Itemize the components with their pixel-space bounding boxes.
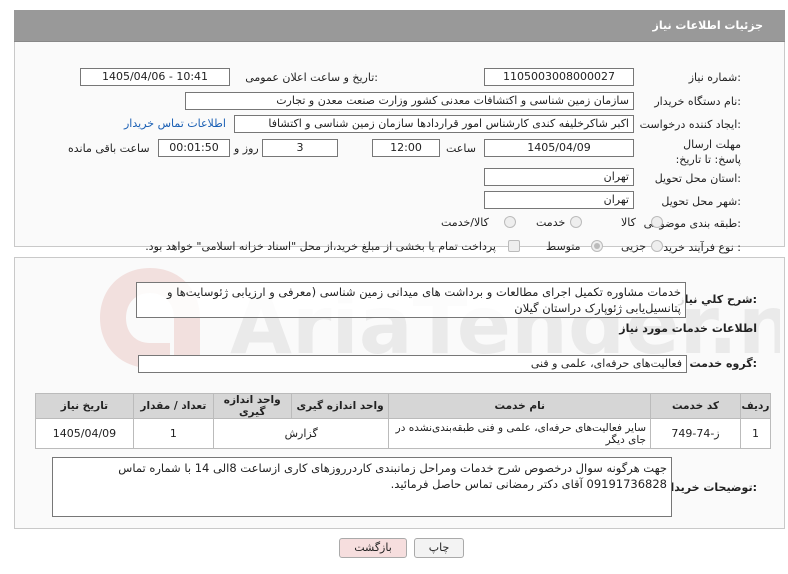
category-radio-goods[interactable]	[651, 216, 663, 228]
announce-date-field[interactable]: 1405/04/06 - 10:41	[80, 68, 230, 86]
services-section-title: اطلاعات خدمات مورد نیاز	[619, 322, 757, 335]
cell-unit: گزارش	[212, 418, 390, 449]
city-label: شهر محل تحویل:	[661, 195, 741, 208]
category-service-label: خدمت	[536, 216, 566, 229]
creator-label: ایجاد کننده درخواست:	[639, 118, 741, 131]
deadline-time-field[interactable]: 12:00	[372, 139, 440, 157]
col-service-code: کد خدمت	[650, 393, 741, 419]
city-field[interactable]: تهران	[484, 191, 634, 209]
process-label: نوع فرآیند خرید :	[663, 241, 741, 254]
deadline-date-field[interactable]: 1405/04/09	[484, 139, 634, 157]
treasury-checkbox[interactable]	[508, 240, 520, 252]
creator-field[interactable]: اکبر شاکرخلیفه کندی کارشناس امور قرارداد…	[234, 115, 634, 133]
days-field[interactable]: 3	[262, 139, 338, 157]
cell-service-code: ز-74-749	[650, 418, 741, 449]
process-minor-label: جزیی	[621, 240, 647, 253]
print-button[interactable]: چاپ	[414, 538, 464, 558]
col-unit: واحد اندازه گیری	[212, 393, 292, 419]
buyer-org-field[interactable]: سازمان زمین شناسی و اکتشافات معدنی کشور …	[185, 92, 634, 110]
payment-note: پرداخت تمام یا بخشی از مبلغ خرید،از محل …	[145, 240, 496, 253]
process-medium-label: متوسط	[546, 240, 581, 253]
service-group-label: گروه خدمت:	[689, 357, 757, 370]
cell-date: 1405/04/09	[35, 418, 134, 449]
cell-qty: 1	[132, 418, 214, 449]
buyer-notes-label: توضیحات خریدار:	[664, 481, 757, 494]
description-textarea[interactable]: خدمات مشاوره تکمیل اجرای مطالعات و برداش…	[136, 282, 686, 318]
cell-service-name: سایر فعالیت‌های حرفه‌ای، علمی و فنی طبقه…	[388, 418, 652, 449]
buyer-org-label: نام دستگاه خریدار:	[654, 95, 741, 108]
col-qty: تعداد / مقدار	[132, 393, 214, 419]
days-label: روز و	[234, 142, 259, 155]
col-service-name: نام خدمت	[388, 393, 652, 419]
category-radio-service[interactable]	[570, 216, 582, 228]
services-table: تاریخ نیاز تعداد / مقدار واحد اندازه گیر…	[35, 393, 772, 449]
service-group-field[interactable]: فعالیت‌های حرفه‌ای، علمی و فنی	[138, 355, 687, 373]
remaining-time-field[interactable]: 00:01:50	[158, 139, 230, 157]
process-radio-minor[interactable]	[651, 240, 663, 252]
col-need-date: تاریخ نیاز	[35, 393, 134, 419]
need-number-label: شماره نیاز:	[688, 71, 741, 84]
category-goods-service-label: کالا/خدمت	[441, 216, 489, 229]
deadline-label: مهلت ارسال پاسخ: تا تاریخ:	[675, 138, 741, 166]
col-unit-measure: واحد اندازه گیری	[290, 393, 390, 419]
process-radio-medium[interactable]	[591, 240, 603, 252]
remaining-label: ساعت باقی مانده	[68, 142, 150, 155]
panel-header: جزئیات اطلاعات نیاز	[14, 10, 785, 42]
province-label: استان محل تحویل:	[654, 172, 741, 185]
time-label: ساعت	[446, 142, 476, 155]
buyer-notes-textarea[interactable]: جهت هرگونه سوال درخصوص شرح خدمات ومراحل …	[52, 457, 672, 517]
description-label: شرح کلي نياز:	[678, 293, 757, 306]
category-radio-goods-service[interactable]	[504, 216, 516, 228]
announce-date-label: تاریخ و ساعت اعلان عمومی:	[245, 71, 378, 84]
table-header-row: تاریخ نیاز تعداد / مقدار واحد اندازه گیر…	[35, 393, 772, 419]
cell-row: 1	[739, 418, 772, 449]
back-button[interactable]: بازگشت	[339, 538, 407, 558]
need-number-field[interactable]: 1105003008000027	[484, 68, 634, 86]
category-goods-label: کالا	[621, 216, 636, 229]
page-title: جزئیات اطلاعات نیاز	[652, 19, 764, 32]
col-row: ردیف	[739, 393, 772, 419]
province-field[interactable]: تهران	[484, 168, 634, 186]
table-row[interactable]: 1405/04/09 1 گزارش سایر فعالیت‌های حرفه‌…	[35, 418, 772, 449]
buyer-contact-link[interactable]: اطلاعات تماس خریدار	[124, 117, 226, 130]
